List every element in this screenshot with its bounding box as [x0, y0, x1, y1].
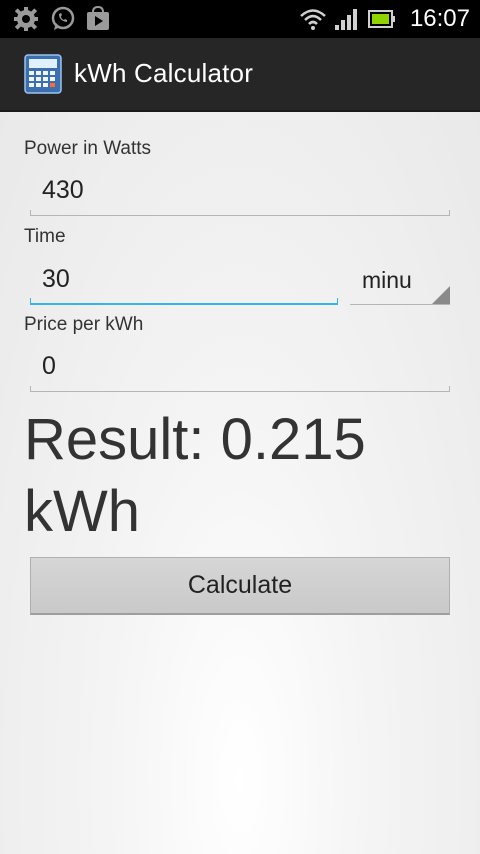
- app-title: kWh Calculator: [74, 58, 254, 88]
- price-label: Price per kWh: [24, 314, 144, 335]
- result-text: Result: 0.215 kWh: [24, 407, 366, 544]
- action-bar: kWh Calculator: [0, 38, 480, 112]
- power-input[interactable]: 430: [30, 168, 450, 216]
- time-unit-value: minu: [362, 267, 412, 293]
- time-value: 30: [42, 265, 70, 293]
- time-unit-spinner[interactable]: minu: [350, 257, 450, 305]
- settings-gear-icon: [14, 7, 38, 31]
- wifi-icon: [300, 9, 326, 30]
- time-input[interactable]: 30: [30, 257, 338, 305]
- battery-icon: [367, 10, 395, 28]
- whatsapp-icon: [51, 6, 75, 30]
- notification-icons: [12, 6, 110, 32]
- main-content: Power in Watts 430 Time 30 minu Price pe…: [0, 112, 480, 854]
- signal-icon: [334, 9, 357, 30]
- calculator-icon[interactable]: [24, 54, 62, 94]
- price-input[interactable]: 0: [30, 344, 450, 392]
- calculate-button[interactable]: Calculate: [30, 557, 450, 615]
- price-value: 0: [42, 352, 56, 380]
- system-icons: 16:07: [300, 0, 470, 38]
- spinner-arrow-icon: [432, 286, 450, 304]
- status-clock: 16:07: [409, 5, 470, 32]
- power-value: 430: [42, 176, 84, 204]
- power-label: Power in Watts: [24, 138, 152, 159]
- play-store-icon: [87, 6, 109, 30]
- status-bar: 16:07: [0, 0, 480, 38]
- time-label: Time: [24, 226, 66, 247]
